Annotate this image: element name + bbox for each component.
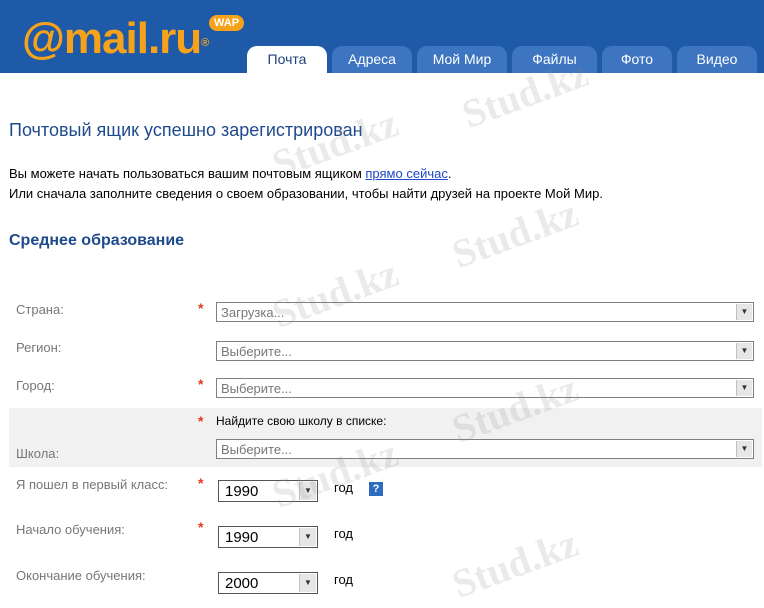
mailru-logo[interactable]: @mail.ru® xyxy=(22,14,209,64)
school-label: Школа: xyxy=(16,446,60,461)
region-label: Регион: xyxy=(16,340,62,355)
intro-line-1: Вы можете начать пользоваться вашим почт… xyxy=(9,164,603,184)
chevron-down-icon[interactable]: ▼ xyxy=(299,528,316,546)
intro-line-1-text: Вы можете начать пользоваться вашим почт… xyxy=(9,166,366,181)
intro-line-1-dot: . xyxy=(447,166,452,181)
end-year-select[interactable]: 2000 ▼ xyxy=(218,572,318,594)
school-hint: Найдите свою школу в списке: xyxy=(216,414,387,428)
end-label: Окончание обучения: xyxy=(16,568,146,583)
start-now-link[interactable]: прямо сейчас xyxy=(365,166,447,181)
wap-badge[interactable]: WAP xyxy=(209,15,245,31)
start-year-select[interactable]: 1990 ▼ xyxy=(218,526,318,548)
first-class-year-value: 1990 xyxy=(225,483,259,500)
first-class-year-select[interactable]: 1990 ▼ xyxy=(218,480,318,502)
end-year-value: 2000 xyxy=(225,575,259,592)
city-required-mark: * xyxy=(198,376,204,392)
intro-text: Вы можете начать пользоваться вашим почт… xyxy=(9,164,603,204)
chevron-down-icon[interactable]: ▼ xyxy=(736,343,752,359)
start-year-value: 1990 xyxy=(225,529,259,546)
school-required-mark: * xyxy=(198,413,204,429)
help-icon[interactable]: ? xyxy=(369,482,383,496)
end-year-unit: год xyxy=(334,572,353,587)
region-select-value: Выберите... xyxy=(221,344,292,359)
tab-adresa[interactable]: Адреса xyxy=(332,46,412,73)
chevron-down-icon[interactable]: ▼ xyxy=(299,574,316,592)
school-select[interactable]: Выберите... ▼ xyxy=(216,439,754,459)
city-select-value: Выберите... xyxy=(221,381,292,396)
watermark: Stud.kz xyxy=(446,520,584,607)
chevron-down-icon[interactable]: ▼ xyxy=(299,482,316,500)
tab-foto[interactable]: Фото xyxy=(602,46,672,73)
page-title: Почтовый ящик успешно зарегистрирован xyxy=(9,120,363,140)
section-title: Среднее образование xyxy=(9,232,185,249)
country-required-mark: * xyxy=(198,300,204,316)
start-required-mark: * xyxy=(198,519,204,535)
country-label: Страна: xyxy=(16,302,64,317)
city-label: Город: xyxy=(16,378,55,393)
registered-mark: ® xyxy=(201,37,209,49)
watermark: Stud.kz xyxy=(266,250,404,337)
chevron-down-icon[interactable]: ▼ xyxy=(736,304,752,320)
tab-pochta[interactable]: Почта xyxy=(247,46,327,73)
header-bar: @mail.ru® WAP Почта Адреса Мой Мир Файлы… xyxy=(0,0,764,73)
tab-faily[interactable]: Файлы xyxy=(512,46,597,73)
tab-video[interactable]: Видео xyxy=(677,46,757,73)
country-select[interactable]: Загрузка... ▼ xyxy=(216,302,754,322)
start-year-unit: год xyxy=(334,526,353,541)
start-label: Начало обучения: xyxy=(16,522,125,537)
first-class-label: Я пошел в первый класс: xyxy=(16,477,169,492)
tab-moy-mir[interactable]: Мой Мир xyxy=(417,46,507,73)
region-select[interactable]: Выберите... ▼ xyxy=(216,341,754,361)
chevron-down-icon[interactable]: ▼ xyxy=(736,441,752,457)
school-select-value: Выберите... xyxy=(221,442,292,457)
first-class-required-mark: * xyxy=(198,475,204,491)
logo-text: @mail.ru xyxy=(22,14,202,63)
first-class-year-unit: год xyxy=(334,480,353,495)
chevron-down-icon[interactable]: ▼ xyxy=(736,380,752,396)
country-select-value: Загрузка... xyxy=(221,305,285,320)
intro-line-2: Или сначала заполните сведения о своем о… xyxy=(9,186,603,201)
city-select[interactable]: Выберите... ▼ xyxy=(216,378,754,398)
